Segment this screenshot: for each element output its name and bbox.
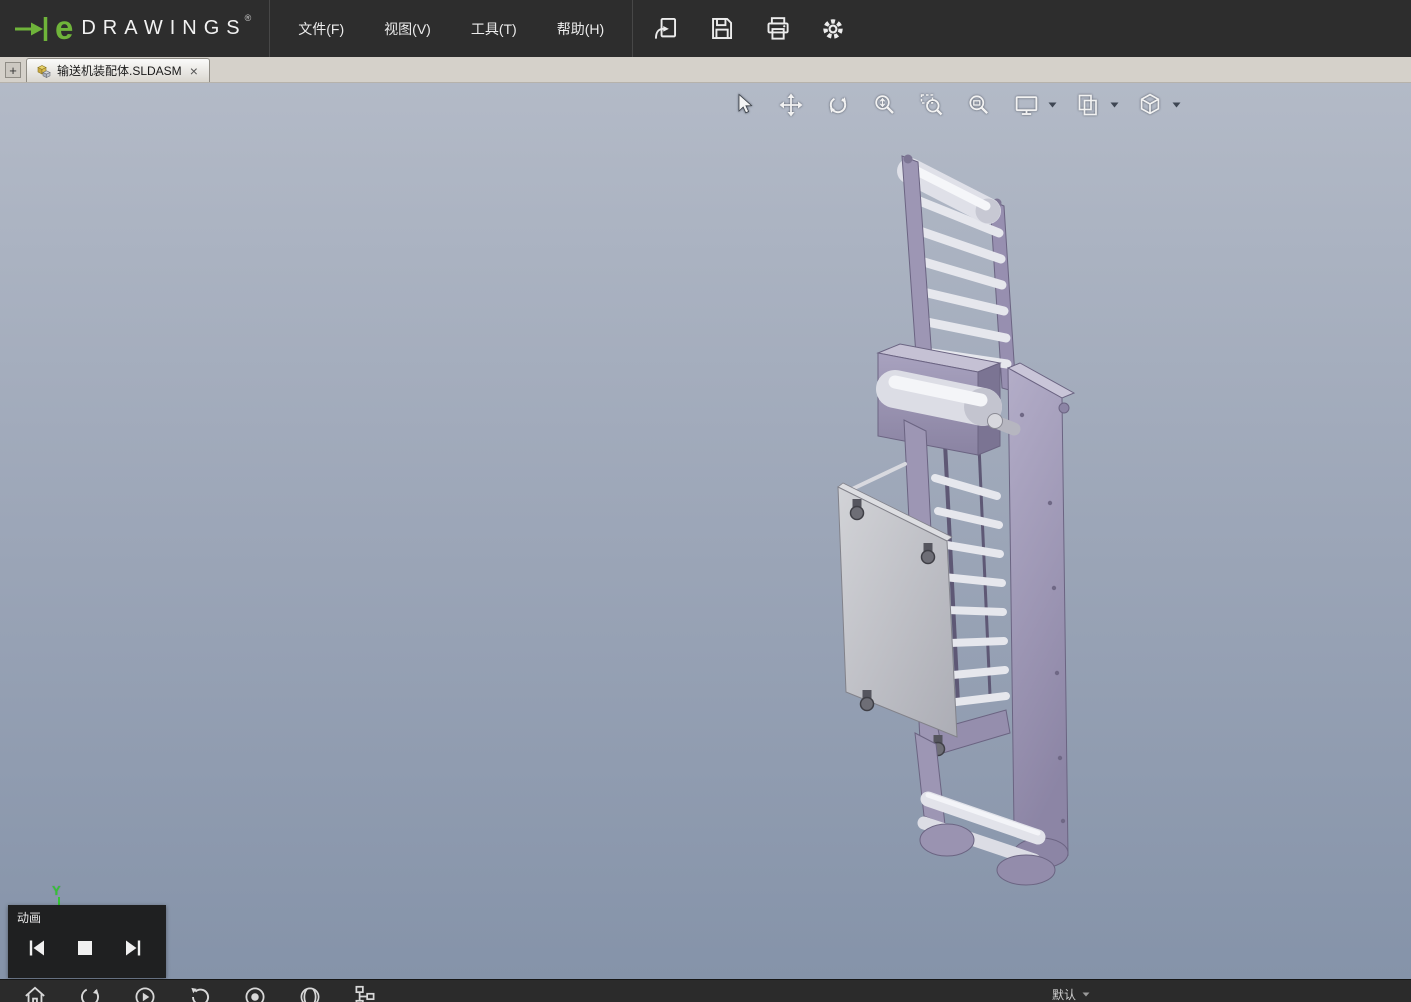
print-button[interactable] [761,13,793,45]
display-mode-icon [300,987,320,1002]
save-button[interactable] [705,13,737,45]
reset-view-button[interactable] [186,980,214,1002]
logo-e: e [55,9,74,46]
zoom-area-icon [920,94,943,116]
menu-tools[interactable]: 工具(T) [451,12,537,46]
animation-panel-title: 动画 [17,911,42,925]
print-icon [767,17,789,40]
display-style-button[interactable] [1011,90,1041,120]
zoom-fit-icon [969,95,989,115]
settings-button[interactable] [817,13,849,45]
continuous-play-button[interactable] [76,980,104,1002]
menu-help[interactable]: 帮助(H) [537,12,624,46]
view-orientation-button[interactable] [1135,90,1165,120]
markup-views-button[interactable] [1073,90,1103,120]
settings-gear-icon [823,18,843,39]
configuration-label: 默认 [1052,988,1077,1002]
menu-file[interactable]: 文件(F) [278,12,364,46]
bottom-toolbar: 默认 [0,979,1411,1002]
record-icon [245,987,265,1002]
markup-views-icon [1078,94,1097,116]
zoom-area-button[interactable] [917,90,947,120]
stop-icon [78,941,92,955]
previous-frame-button[interactable] [24,935,50,961]
next-frame-button[interactable] [120,935,146,961]
header-toolbar [632,0,865,57]
logo-registered-mark: ® [244,13,252,23]
home-icon [25,986,45,1002]
assembly-tree-icon [355,985,375,1002]
view-orientation-cube-icon [1140,93,1160,115]
select-cursor-icon [738,93,753,114]
axis-y-label: Y [52,883,61,898]
continuous-play-icon [80,987,100,1002]
open-file-button[interactable] [649,13,681,45]
assembly-icon [37,65,51,78]
animation-controls [8,928,166,961]
select-button[interactable] [729,90,759,120]
chevron-down-icon [1048,102,1056,108]
tab-close-icon[interactable]: × [188,64,200,78]
open-file-icon [654,17,676,39]
zoom-icon [875,95,894,114]
title-bar: e DRAWINGS ® 文件(F) 视图(V) 工具(T) 帮助(H) [0,0,1411,57]
tab-bar: + 输送机装配体.SLDASM × [0,57,1411,83]
view-orientation-dropdown[interactable] [1169,90,1183,120]
rotate-button[interactable] [823,90,853,120]
home-button[interactable] [21,980,49,1002]
tab-title: 输送机装配体.SLDASM [57,64,182,78]
conveyor-3d-model[interactable] [0,83,1411,979]
display-style-icon [1015,95,1037,115]
reset-view-icon [191,987,210,1002]
previous-frame-icon [29,940,44,956]
stop-button[interactable] [72,935,98,961]
view-toolbar [729,90,1197,120]
animation-icon [135,987,155,1002]
rotate-icon [829,96,847,114]
configuration-selector[interactable]: 默认 [1052,986,1090,1002]
menubar: 文件(F) 视图(V) 工具(T) 帮助(H) [269,0,632,57]
app-logo: e DRAWINGS ® [0,0,269,57]
logo-name: DRAWINGS [81,17,247,39]
menu-view[interactable]: 视图(V) [364,12,451,46]
animation-button[interactable] [131,980,159,1002]
display-style-dropdown[interactable] [1045,90,1059,120]
next-frame-icon [126,940,141,956]
zoom-button[interactable] [870,90,900,120]
chevron-down-icon [1110,102,1118,108]
display-mode-button[interactable] [296,980,324,1002]
animation-panel: 动画 [8,905,166,978]
new-tab-button[interactable]: + [5,62,21,78]
edrawings-arrow-icon [15,16,48,41]
record-button[interactable] [241,980,269,1002]
tab-conveyor-assembly[interactable]: 输送机装配体.SLDASM × [26,58,210,82]
chevron-down-icon [1082,992,1090,997]
markup-views-dropdown[interactable] [1107,90,1121,120]
zoom-fit-button[interactable] [964,90,994,120]
pan-icon [779,93,803,117]
model-viewport[interactable]: Y 动画 [0,83,1411,979]
pan-button[interactable] [776,90,806,120]
save-icon [711,17,732,40]
chevron-down-icon [1172,102,1180,108]
assembly-tree-button[interactable] [351,980,379,1002]
